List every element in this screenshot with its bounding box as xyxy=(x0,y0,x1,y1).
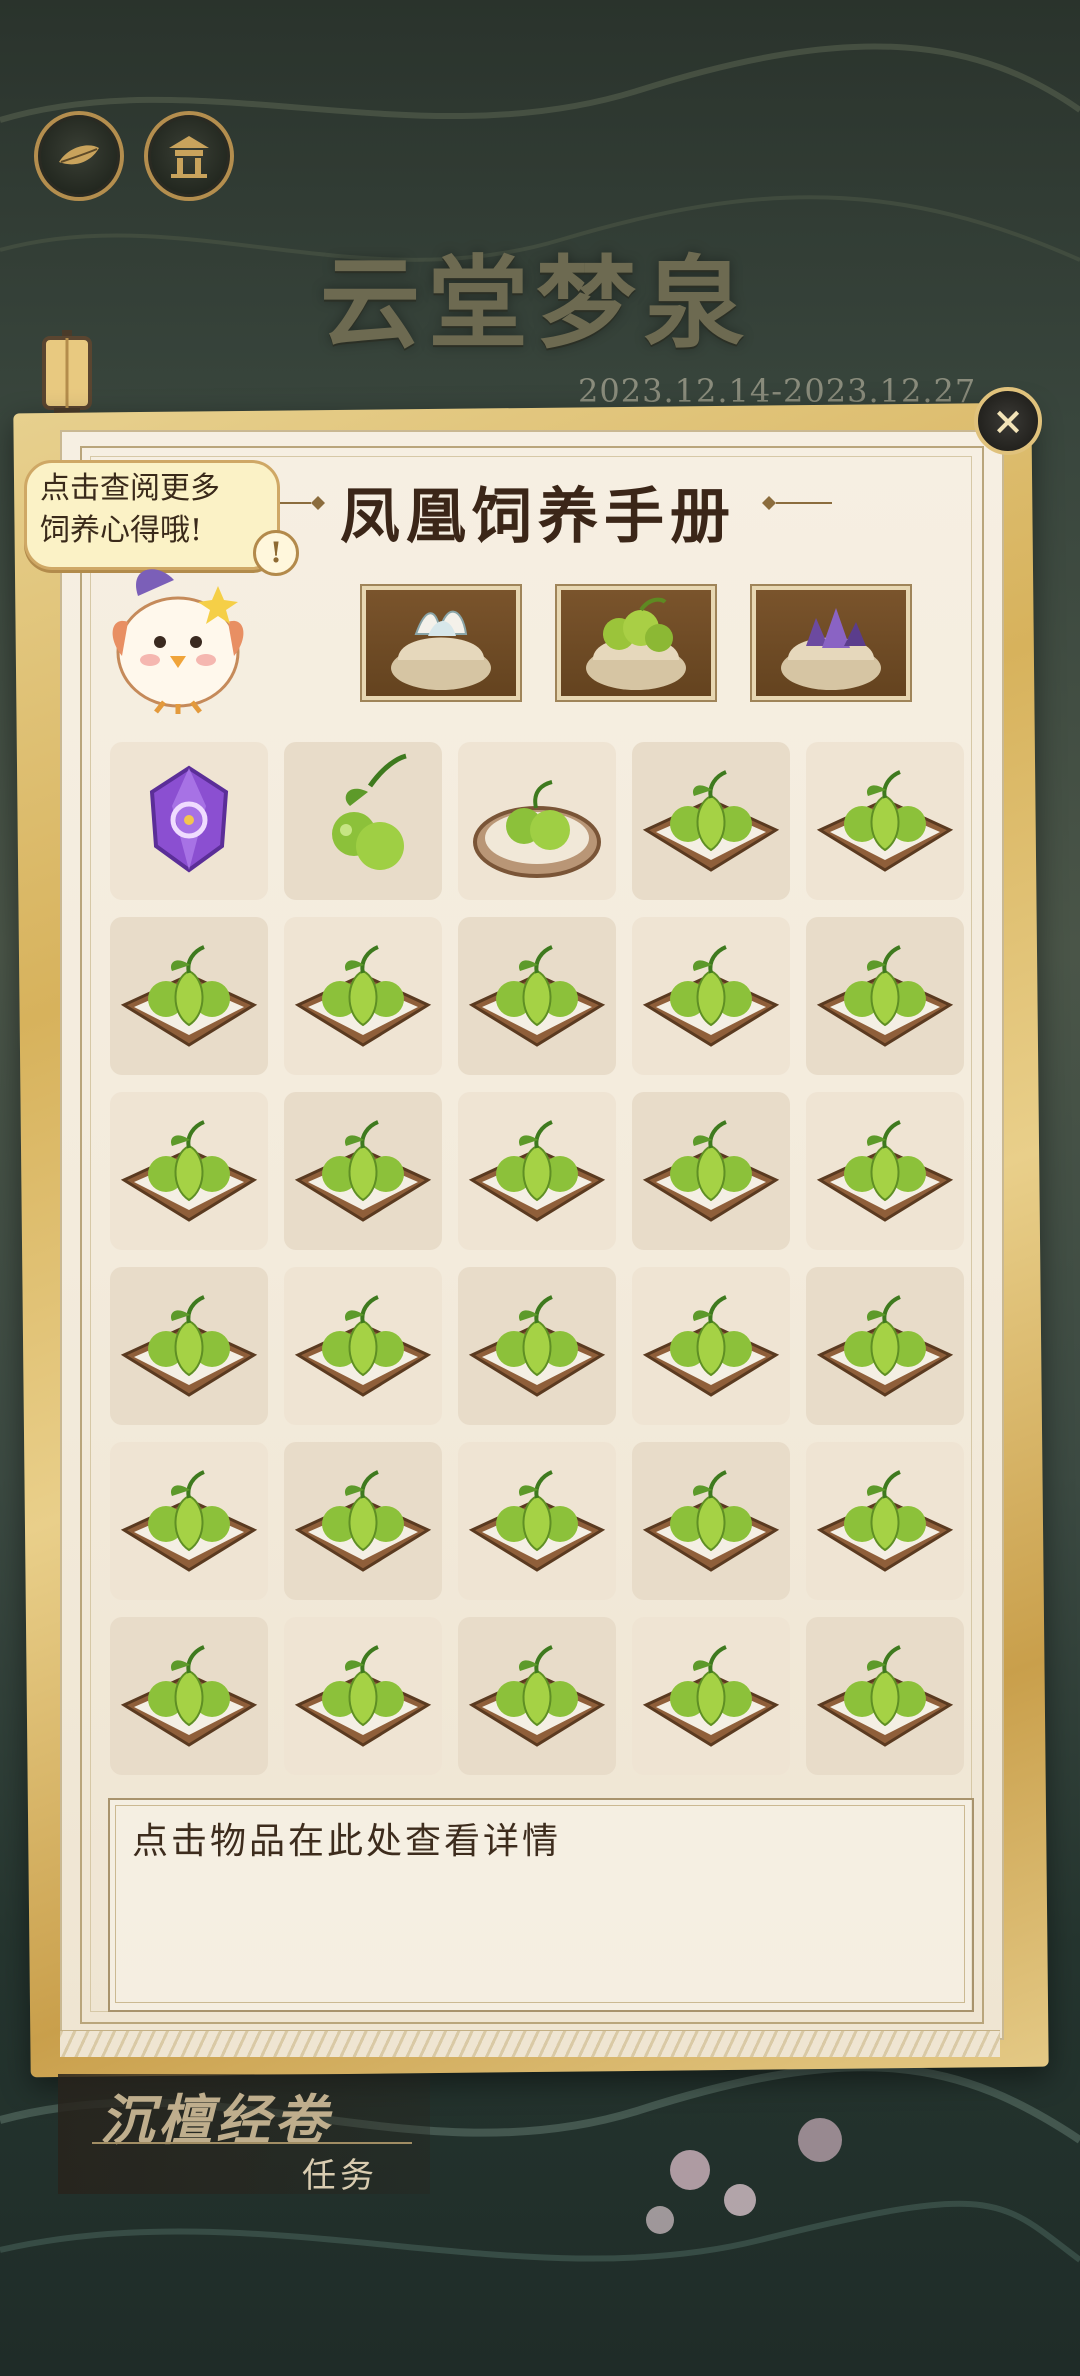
item-slot[interactable] xyxy=(284,1092,442,1250)
item-slot[interactable] xyxy=(806,1442,964,1600)
title-ornament-right xyxy=(762,496,832,510)
item-slot[interactable] xyxy=(284,917,442,1075)
sprout-bed-icon xyxy=(816,1295,954,1397)
item-slot[interactable] xyxy=(632,1617,790,1775)
item-slot[interactable] xyxy=(806,1617,964,1775)
white-sprout-sack-icon xyxy=(391,610,491,690)
sprout-bed-icon xyxy=(468,1470,606,1572)
quest-divider xyxy=(92,2142,412,2144)
quest-title: 沉檀经卷 xyxy=(100,2088,332,2152)
item-slot[interactable] xyxy=(806,742,964,900)
sprout-bed-icon xyxy=(120,1120,258,1222)
item-slot[interactable] xyxy=(110,742,268,900)
item-slot[interactable] xyxy=(284,1617,442,1775)
item-slot[interactable] xyxy=(632,1092,790,1250)
item-slot[interactable] xyxy=(632,1267,790,1425)
sprout-bed-icon xyxy=(816,1470,954,1572)
item-slot[interactable] xyxy=(632,917,790,1075)
hint-bubble-text: 点击查阅更多 饲养心得哦! xyxy=(40,468,270,564)
handbook-title: 凤凰饲养手册 xyxy=(340,482,736,552)
item-slot[interactable] xyxy=(806,1092,964,1250)
leaf-boat-button[interactable] xyxy=(34,111,124,201)
event-title: 云堂梦泉 xyxy=(320,244,752,362)
close-icon: × xyxy=(992,398,1024,443)
featured-item-slot[interactable] xyxy=(750,584,912,702)
item-slot[interactable] xyxy=(458,1442,616,1600)
detail-placeholder-text: 点击物品在此处查看详情 xyxy=(132,1821,562,1862)
quest-label: 任务 xyxy=(302,2156,378,2196)
sprout-bed-icon xyxy=(816,945,954,1047)
sprout-bed-icon xyxy=(294,1120,432,1222)
item-slot[interactable] xyxy=(110,1092,268,1250)
item-slot[interactable] xyxy=(284,1267,442,1425)
sprout-bed-icon xyxy=(642,1295,780,1397)
sprout-bed-icon xyxy=(468,1295,606,1397)
item-slot[interactable] xyxy=(110,917,268,1075)
lantern-decoration xyxy=(42,330,92,418)
handbook-bottom-trim xyxy=(60,2030,1000,2057)
sprout-bed-icon xyxy=(468,1645,606,1747)
green-seedling-icon xyxy=(332,753,407,870)
sprout-bed-icon xyxy=(120,1470,258,1572)
item-slot[interactable] xyxy=(458,917,616,1075)
sprout-bed-icon xyxy=(468,945,606,1047)
sprout-bed-icon xyxy=(294,1645,432,1747)
item-slot[interactable] xyxy=(806,1267,964,1425)
pavilion-icon xyxy=(169,136,209,178)
purple-crystal-icon xyxy=(149,765,229,873)
exclamation-badge: ! xyxy=(253,530,299,576)
sprout-bed-icon xyxy=(120,1295,258,1397)
sprout-bed-icon xyxy=(642,1120,780,1222)
featured-item-slot[interactable] xyxy=(555,584,717,702)
item-slot[interactable] xyxy=(110,1267,268,1425)
item-slot[interactable] xyxy=(458,1617,616,1775)
item-slot[interactable] xyxy=(110,1442,268,1600)
leaf-boat-icon xyxy=(59,145,99,165)
item-slot[interactable] xyxy=(458,1267,616,1425)
sprout-bed-icon xyxy=(642,945,780,1047)
sprout-bed-icon xyxy=(294,945,432,1047)
close-button[interactable]: × xyxy=(974,387,1042,455)
sprout-bed-icon xyxy=(120,945,258,1047)
sprout-bed-icon xyxy=(642,1645,780,1747)
hint-line-2: 饲养心得哦! xyxy=(40,513,203,548)
featured-item-slot[interactable] xyxy=(360,584,522,702)
item-slot[interactable] xyxy=(806,917,964,1075)
item-slot[interactable] xyxy=(284,742,442,900)
seedling-plate-icon xyxy=(473,780,601,878)
phoenix-chick-mascot[interactable] xyxy=(98,556,258,716)
sprout-bed-icon xyxy=(294,1295,432,1397)
sprout-bed-icon xyxy=(816,1120,954,1222)
item-slot[interactable] xyxy=(110,1617,268,1775)
item-slot[interactable] xyxy=(458,1092,616,1250)
sprout-bed-icon xyxy=(120,1645,258,1747)
item-slot[interactable] xyxy=(284,1442,442,1600)
sprout-bed-icon xyxy=(294,1470,432,1572)
sprout-bed-icon xyxy=(642,770,780,872)
sprout-bed-icon xyxy=(642,1470,780,1572)
sprout-bed-icon xyxy=(468,1120,606,1222)
item-slot[interactable] xyxy=(632,1442,790,1600)
green-fruit-sack-icon xyxy=(586,597,686,690)
pavilion-button[interactable] xyxy=(144,111,234,201)
sprout-bed-icon xyxy=(816,1645,954,1747)
purple-crystal-sack-icon xyxy=(781,608,881,690)
sprout-bed-icon xyxy=(816,770,954,872)
item-slot[interactable] xyxy=(632,742,790,900)
hint-line-1: 点击查阅更多 xyxy=(40,471,220,506)
item-slot[interactable] xyxy=(458,742,616,900)
